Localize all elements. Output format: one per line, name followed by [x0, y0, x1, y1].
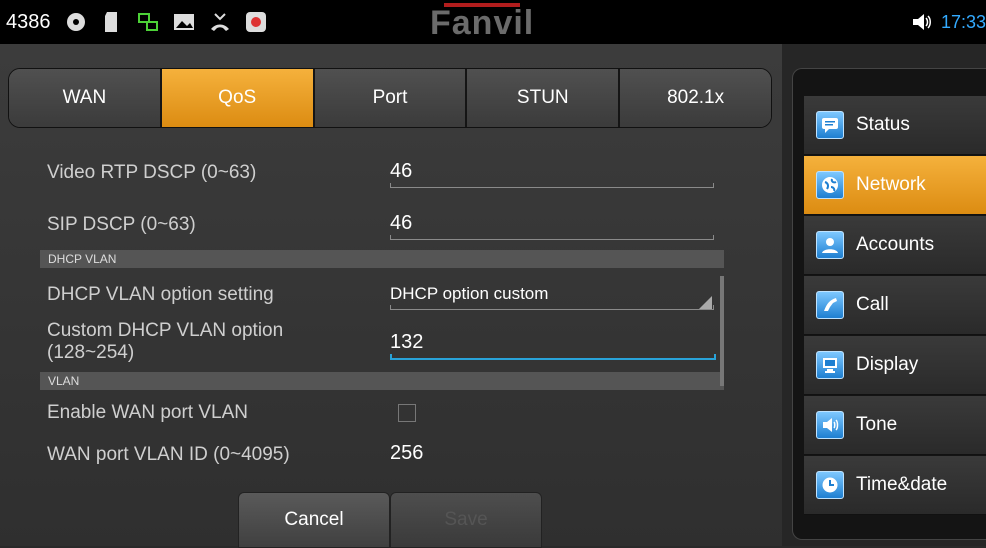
- wan-vlan-id-row: WAN port VLAN ID (0~4095) 256: [0, 442, 782, 464]
- clock-icon: [816, 471, 844, 499]
- globe-icon: [816, 171, 844, 199]
- sidebar-item-tone[interactable]: Tone: [804, 396, 986, 455]
- sidebar: Status Network Accounts Call Display Ton…: [782, 44, 986, 546]
- custom-dhcp-vlan-label-line1: Custom DHCP VLAN option: [47, 320, 284, 341]
- custom-dhcp-vlan-underline: [390, 354, 716, 360]
- brand-logo: Fanvil: [430, 4, 535, 42]
- custom-dhcp-vlan-label: Custom DHCP VLAN option (128~254): [47, 320, 283, 364]
- sip-dscp-underline: [390, 235, 714, 240]
- disc-icon: [65, 11, 87, 33]
- sip-dscp-label: SIP DSCP (0~63): [47, 214, 196, 235]
- enable-wan-vlan-checkbox[interactable]: [398, 404, 416, 422]
- save-button[interactable]: Save: [390, 492, 542, 548]
- video-rtp-dscp-underline: [390, 183, 714, 188]
- sidebar-item-accounts[interactable]: Accounts: [804, 216, 986, 275]
- tab-wan[interactable]: WAN: [9, 69, 162, 127]
- sidebar-item-label: Tone: [856, 414, 898, 435]
- video-rtp-dscp-input[interactable]: 46: [390, 160, 710, 183]
- tab-port[interactable]: Port: [314, 69, 468, 127]
- tab-bar: WAN QoS Port STUN 802.1x: [8, 68, 772, 128]
- main-panel: WAN QoS Port STUN 802.1x Video RTP DSCP …: [0, 44, 782, 548]
- chat-icon: [816, 111, 844, 139]
- sidebar-item-label: Display: [856, 354, 919, 375]
- missed-call-icon: [209, 11, 231, 33]
- sdcard-icon: [101, 11, 123, 33]
- user-icon: [816, 231, 844, 259]
- dhcp-vlan-option-underline: [390, 305, 714, 310]
- network-icon: [137, 11, 159, 33]
- tab-8021x[interactable]: 802.1x: [620, 69, 771, 127]
- custom-dhcp-vlan-label-line2: (128~254): [47, 342, 135, 363]
- sidebar-item-label: Accounts: [856, 234, 935, 255]
- wan-vlan-id-label: WAN port VLAN ID (0~4095): [47, 444, 290, 464]
- clock-time: 17:33: [940, 11, 986, 32]
- sidebar-item-timedate[interactable]: Time&date: [804, 456, 986, 515]
- custom-dhcp-vlan-input[interactable]: 132: [390, 331, 710, 354]
- speaker-icon: [816, 411, 844, 439]
- dhcp-vlan-option-label: DHCP VLAN option setting: [47, 284, 274, 305]
- phone-icon: [816, 291, 844, 319]
- tab-stun[interactable]: STUN: [467, 69, 621, 127]
- sidebar-item-label: Status: [856, 114, 910, 135]
- image-icon: [173, 11, 195, 33]
- cancel-button[interactable]: Cancel: [238, 492, 390, 548]
- section-dhcp-vlan: DHCP VLAN: [40, 250, 724, 268]
- enable-wan-vlan-label: Enable WAN port VLAN: [47, 402, 248, 423]
- sidebar-item-label: Time&date: [856, 474, 948, 495]
- sidebar-item-call[interactable]: Call: [804, 276, 986, 335]
- sidebar-item-label: Network: [856, 174, 926, 195]
- form-scrollbar[interactable]: [720, 276, 724, 386]
- monitor-icon: [816, 351, 844, 379]
- sidebar-item-label: Call: [856, 294, 889, 315]
- dhcp-vlan-option-select[interactable]: DHCP option custom: [390, 284, 710, 304]
- record-icon: [245, 11, 267, 33]
- extension-number: 4386: [6, 10, 51, 33]
- video-rtp-dscp-label: Video RTP DSCP (0~63): [47, 162, 257, 183]
- status-bar: 4386 Fanvil 17:33: [0, 0, 986, 44]
- wan-vlan-id-input[interactable]: 256: [390, 442, 710, 464]
- sidebar-item-status[interactable]: Status: [804, 96, 986, 155]
- button-bar: Cancel Save: [238, 492, 542, 548]
- sip-dscp-input[interactable]: 46: [390, 212, 710, 235]
- sidebar-item-display[interactable]: Display: [804, 336, 986, 395]
- speaker-icon: [911, 11, 933, 33]
- tab-qos[interactable]: QoS: [161, 69, 315, 127]
- sidebar-item-network[interactable]: Network: [804, 156, 986, 215]
- section-vlan: VLAN: [40, 372, 724, 390]
